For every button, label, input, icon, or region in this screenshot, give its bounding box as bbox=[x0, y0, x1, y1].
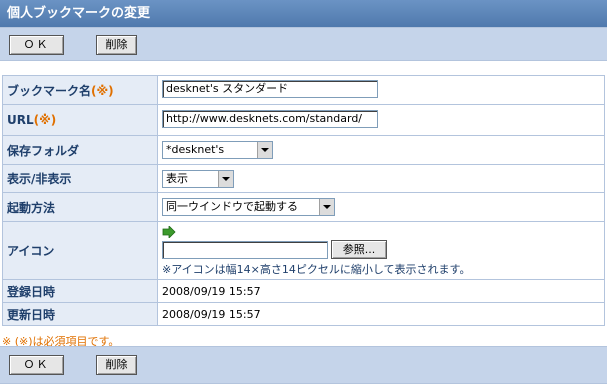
top-toolbar: ＯＫ 削除 bbox=[0, 27, 607, 61]
row-updated: 更新日時 2008/09/19 15:57 bbox=[2, 302, 605, 326]
launch-label: 起動方法 bbox=[2, 192, 158, 222]
updated-label: 更新日時 bbox=[2, 302, 158, 326]
icon-note: ※アイコンは幅14×高さ14ピクセルに縮小して表示されます。 bbox=[162, 263, 471, 276]
icon-file-input[interactable] bbox=[162, 240, 328, 259]
row-bookmark-name: ブックマーク名(※) desknet's スタンダード bbox=[2, 75, 605, 105]
icon-label: アイコン bbox=[2, 221, 158, 280]
visibility-select[interactable]: 表示 bbox=[162, 169, 234, 188]
updated-value: 2008/09/19 15:57 bbox=[157, 302, 605, 326]
ok-button[interactable]: ＯＫ bbox=[9, 35, 64, 55]
launch-selected-value: 同一ウインドウで起動する bbox=[166, 200, 298, 213]
folder-select[interactable]: *desknet's bbox=[162, 141, 273, 159]
row-url: URL(※) http://www.desknets.com/standard/ bbox=[2, 104, 605, 136]
bookmark-arrow-icon bbox=[162, 225, 176, 238]
ok-button[interactable]: ＯＫ bbox=[9, 355, 64, 375]
visibility-label: 表示/非表示 bbox=[2, 164, 158, 193]
row-visibility: 表示/非表示 表示 bbox=[2, 164, 605, 193]
delete-button[interactable]: 削除 bbox=[96, 35, 137, 55]
bookmark-name-input[interactable]: desknet's スタンダード bbox=[162, 79, 378, 98]
url-input[interactable]: http://www.desknets.com/standard/ bbox=[162, 109, 378, 128]
registered-value: 2008/09/19 15:57 bbox=[157, 279, 605, 303]
bottom-toolbar: ＯＫ 削除 bbox=[0, 346, 607, 384]
row-folder: 保存フォルダ *desknet's bbox=[2, 135, 605, 165]
launch-select[interactable]: 同一ウインドウで起動する bbox=[162, 198, 335, 216]
row-icon: アイコン 参照... ※アイコンは幅14×高さ14ピクセルに縮小して表示されます… bbox=[2, 221, 605, 280]
url-label: URL bbox=[7, 113, 34, 127]
chevron-down-icon bbox=[257, 142, 272, 158]
chevron-down-icon bbox=[319, 199, 334, 215]
delete-button[interactable]: 削除 bbox=[96, 355, 137, 375]
row-launch: 起動方法 同一ウインドウで起動する bbox=[2, 192, 605, 222]
folder-selected-value: *desknet's bbox=[166, 143, 225, 156]
visibility-selected-value: 表示 bbox=[166, 171, 188, 185]
browse-button[interactable]: 参照... bbox=[331, 240, 387, 259]
chevron-down-icon bbox=[218, 170, 233, 187]
bookmark-form: ブックマーク名(※) desknet's スタンダード URL(※) http:… bbox=[2, 75, 605, 326]
bookmark-name-label: ブックマーク名 bbox=[7, 83, 92, 98]
page-title: 個人ブックマークの変更 bbox=[0, 0, 607, 27]
required-mark: (※) bbox=[33, 113, 57, 127]
registered-label: 登録日時 bbox=[2, 279, 158, 303]
bookmark-edit-page: 個人ブックマークの変更 ＯＫ 削除 ブックマーク名(※) desknet's ス… bbox=[0, 0, 607, 384]
folder-label: 保存フォルダ bbox=[2, 135, 158, 165]
required-mark: (※) bbox=[91, 83, 114, 98]
row-registered: 登録日時 2008/09/19 15:57 bbox=[2, 279, 605, 303]
